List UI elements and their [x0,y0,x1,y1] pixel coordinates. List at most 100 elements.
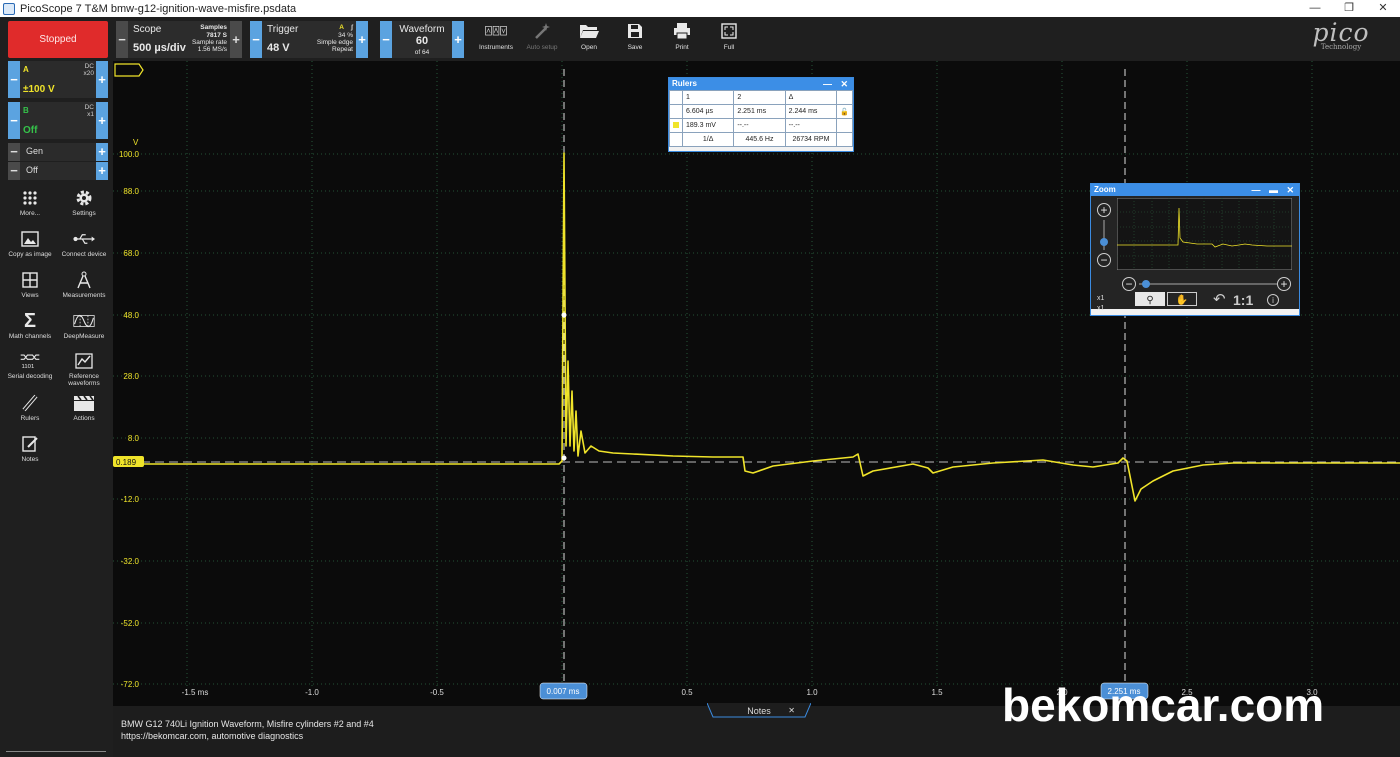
channel-b-range: Off [23,125,38,136]
views-button[interactable]: Views [4,270,56,308]
plot-grid [113,61,1400,686]
connect-device-button[interactable]: Connect device [58,229,110,267]
y-tick-label: 68.0 [123,249,139,258]
gen-decrease-button[interactable]: − [8,143,20,161]
deepmeasure-button[interactable]: DeepMeasure [58,311,110,349]
waveform-title: Waveform [399,24,445,35]
y-tick-label: -52.0 [121,619,140,628]
generator-state-control[interactable]: − Off + [8,162,108,180]
print-button[interactable]: Print [661,21,703,58]
channel-a-control[interactable]: − A DC x20 ±100 V + [8,61,108,98]
lock-icon[interactable]: 🔓 [836,104,853,119]
scope-view[interactable]: 100.0 88.0 68.0 48.0 28.0 8.0 -12.0 -32.0 -52.0 -… [112,61,1400,706]
reference-waveforms-label: Reference waveforms [68,373,100,387]
minimize-button[interactable]: — [1298,0,1332,17]
x-tick-label: 0.5 [681,688,693,697]
zoom-ratio-button[interactable]: 1:1 [1233,292,1253,308]
scope-decrease-button[interactable]: − [116,21,128,58]
save-button[interactable]: Save [614,21,656,58]
horizontal-zoom-thumb[interactable] [1142,280,1150,288]
trigger-control[interactable]: Trigger 48 V A ʃ 34 % Simple edge Repeat [262,21,356,58]
channel-a-swatch [673,121,679,128]
waveform-decrease-button[interactable]: − [380,21,392,58]
samples-label: Samples [200,24,227,31]
notes-tab-close-icon[interactable]: ✕ [788,704,795,718]
inverse-delta-label: 1/Δ [681,132,735,147]
full-screen-button[interactable]: Full [708,21,750,58]
channel-a-increase-button[interactable]: + [96,61,108,98]
zoom-panel-controls[interactable]: — ▬ ✕ [1251,184,1297,196]
close-button[interactable]: ✕ [1366,0,1400,17]
scope-control[interactable]: Scope 500 µs/div Samples 7817 S Sample r… [128,21,230,58]
channel-a-decrease-button[interactable]: − [8,61,20,98]
zoom-out-vertical-button[interactable]: − [1097,253,1111,267]
notes-button[interactable]: Notes [4,434,56,472]
auto-setup-button[interactable]: Auto setup [521,21,563,58]
zoom-panel-body: + − − + x1 x1 ⚲ ✋ ↶ 1:1 i [1091,196,1299,312]
rulers-panel-title: Rulers [672,79,697,88]
reference-waveforms-button[interactable]: Reference waveforms [58,351,110,389]
more-button[interactable]: More... [4,188,56,226]
rulers-button[interactable]: Rulers [4,393,56,431]
math-channels-button[interactable]: Σ Math channels [4,311,56,349]
pan-tool-button[interactable]: ✋ [1167,292,1197,306]
waveform-number: 60 [415,35,429,47]
gen-state-increase-button[interactable]: + [96,162,108,180]
channel-b-control[interactable]: − B DC x1 Off + [8,102,108,139]
undo-zoom-icon[interactable]: ↶ [1213,292,1226,307]
waveform-increase-button[interactable]: + [452,21,464,58]
measurements-button[interactable]: Measurements [58,270,110,308]
zoom-in-vertical-button[interactable]: + [1097,203,1111,217]
rulers-panel-controls[interactable]: — ✕ [823,78,851,90]
run-stop-button[interactable]: Stopped [8,21,108,58]
open-button[interactable]: Open [568,21,610,58]
ruler-1-marker [561,312,567,318]
window-title: PicoScope 7 T&M bmw-g12-ignition-wave-mi… [20,2,297,15]
info-icon[interactable]: i [1267,294,1279,306]
scope-increase-button[interactable]: + [230,21,242,58]
horizontal-zoom-slider[interactable] [1139,283,1277,285]
ruler-1-time: 6.604 µs [681,104,735,119]
rulers-panel[interactable]: Rulers — ✕ 12Δ 6.604 µs 2.251 ms 2.244 ms 🔓 … [668,77,854,152]
restore-button[interactable]: ❐ [1332,0,1366,17]
y-tick-label: 48.0 [123,311,139,320]
logo-subtext: Technology [1320,43,1362,51]
notes-tab[interactable]: Notes ✕ [711,704,807,719]
zoom-panel[interactable]: Zoom — ▬ ✕ + − − + x1 x1 ⚲ ✋ ↶ 1:1 i [1090,183,1300,316]
settings-button[interactable]: Settings [58,188,110,226]
zoom-tool-button[interactable]: ⚲ [1135,292,1165,306]
channel-b-increase-button[interactable]: + [96,102,108,139]
gear-icon [73,188,95,208]
app-icon [3,2,15,15]
channel-b-decrease-button[interactable]: − [8,102,20,139]
scope-plot[interactable]: 100.0 88.0 68.0 48.0 28.0 8.0 -12.0 -32.0 -52.0 -… [112,61,1400,706]
waveform-control[interactable]: Waveform 60 of 64 [392,21,452,58]
trigger-marker-icon[interactable] [114,63,144,77]
serial-decoding-button[interactable]: 1101 Serial decoding [4,351,56,389]
vertical-zoom-thumb[interactable] [1100,238,1108,246]
copy-as-image-button[interactable]: Copy as image [4,229,56,267]
zoom-overview[interactable] [1117,198,1292,270]
gen-increase-button[interactable]: + [96,143,108,161]
zoom-out-horizontal-button[interactable]: − [1122,277,1136,291]
y-tick-label: -12.0 [121,495,140,504]
print-label: Print [675,44,689,51]
sample-rate-value: 1.56 MS/s [197,46,227,53]
trigger-increase-button[interactable]: + [356,21,368,58]
gen-state-decrease-button[interactable]: − [8,162,20,180]
ruler-1-voltage: 189.3 mV [681,118,735,133]
generator-control[interactable]: − Gen + [8,143,108,161]
ruler-frequency: 445.6 Hz [733,132,786,147]
y-tick-label: 88.0 [123,187,139,196]
measurements-label: Measurements [62,292,106,299]
deepmeasure-label: DeepMeasure [63,333,105,340]
actions-button[interactable]: Actions [58,393,110,431]
toolbar: Stopped − Scope 500 µs/div Samples 7817 … [0,17,1400,61]
ruler-2-voltage: --.-- [733,118,786,133]
y-tick-label: 100.0 [119,150,140,159]
ruler-rpm: 26734 RPM [784,132,838,147]
full-label: Full [723,44,735,51]
instruments-button[interactable]: Instruments [475,21,517,58]
trigger-decrease-button[interactable]: − [250,21,262,58]
zoom-in-horizontal-button[interactable]: + [1277,277,1291,291]
